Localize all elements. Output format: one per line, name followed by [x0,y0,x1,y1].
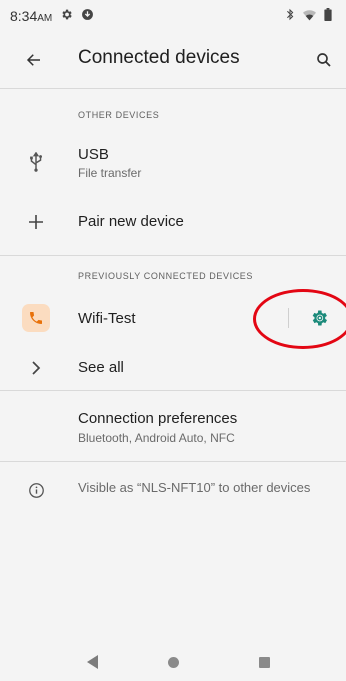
download-circle-icon [81,8,94,24]
info-icon [24,478,48,502]
highlight-annotation [253,289,346,349]
nav-back-icon[interactable] [87,655,99,674]
status-time-meridiem: AM [37,13,53,24]
wifi-icon [303,8,316,24]
section-divider-2 [0,390,346,391]
phone-icon [22,304,50,332]
section-header-other-devices: OTHER DEVICES [78,110,160,120]
section-divider [0,255,346,256]
status-time: 8:34AM [10,8,52,24]
status-right [285,8,332,24]
connection-preferences-subtitle: Bluetooth, Android Auto, NFC [78,431,235,445]
connection-preferences-title: Connection preferences [78,410,238,427]
visibility-info-row: Visible as “NLS-NFT10” to other devices [0,472,346,508]
connection-preferences-row[interactable]: Connection preferences Bluetooth, Androi… [0,398,346,454]
pair-new-device-row[interactable]: Pair new device [0,198,346,246]
nav-home-icon[interactable] [168,657,179,668]
status-left: 8:34AM [10,8,94,24]
settings-gear-icon [60,8,73,24]
device-name: Wifi-Test [78,310,136,327]
search-icon[interactable] [312,48,336,72]
page-title: Connected devices [78,47,240,68]
usb-subtitle: File transfer [78,166,142,180]
status-time-value: 8:34 [10,8,38,24]
see-all-row[interactable]: See all [0,346,346,390]
usb-icon [24,150,48,174]
section-header-previously-connected: PREVIOUSLY CONNECTED DEVICES [78,271,254,281]
visibility-info-text: Visible as “NLS-NFT10” to other devices [78,480,311,495]
pair-new-device-title: Pair new device [78,213,184,230]
arrow-back-icon[interactable] [22,48,46,72]
app-bar-divider [0,88,346,89]
plus-icon [24,210,48,234]
status-bar: 8:34AM [0,0,346,32]
section-divider-3 [0,461,346,462]
battery-icon [324,8,332,24]
usb-title: USB [78,146,109,163]
chevron-right-icon [24,356,48,380]
bluetooth-icon [285,8,295,24]
usb-row[interactable]: USB File transfer [0,135,346,189]
app-bar: Connected devices [0,32,346,88]
see-all-title: See all [78,359,124,376]
nav-recents-icon[interactable] [259,657,270,668]
navigation-bar [0,643,346,681]
